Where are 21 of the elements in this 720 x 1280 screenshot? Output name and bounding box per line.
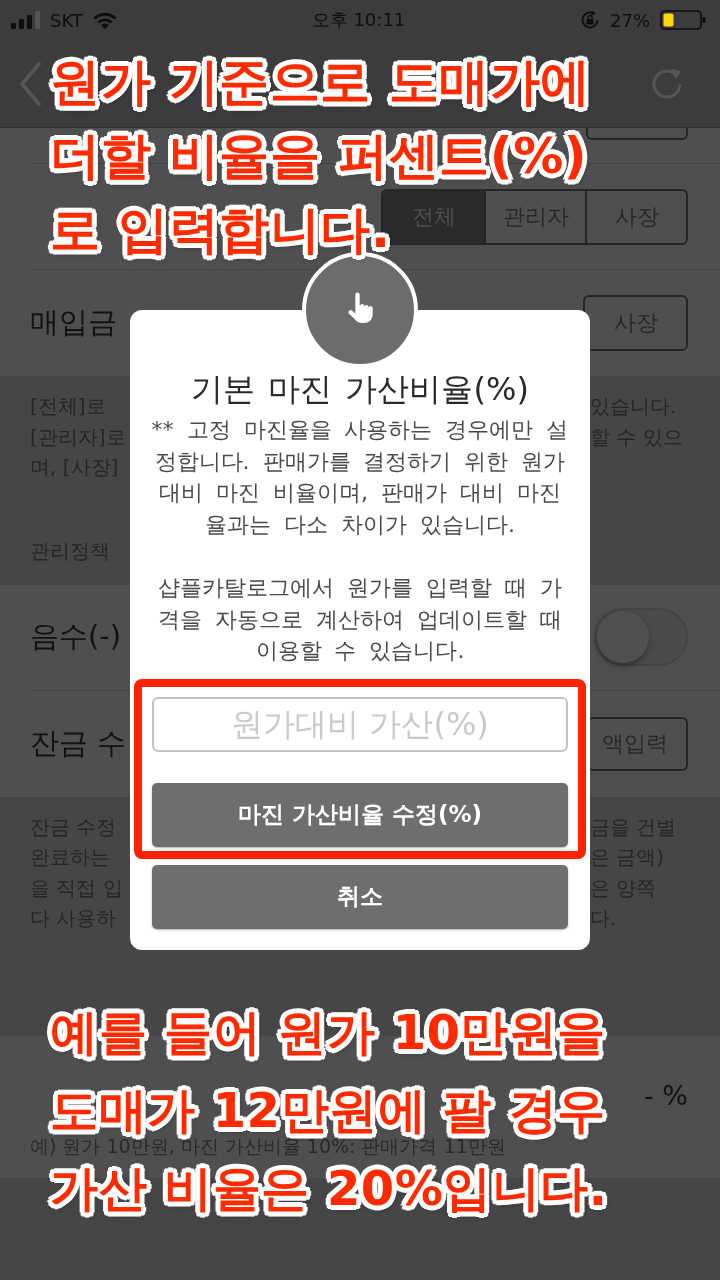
dialog-message: 샵플카탈로그에서 원가를 입력할 때 가격을 자동으로 계산하여 업데이트할 때 이용할 수 있습니다.: [157, 573, 563, 666]
signal-bars-icon: [11, 11, 41, 29]
setting-value: - %: [644, 1080, 688, 1111]
input-field[interactable]: [586, 128, 688, 140]
annotation-line: 더할 비율을 퍼센트(%): [50, 128, 588, 184]
annotation-line: 가산 비율은 20%입니다.: [50, 1161, 608, 1215]
rotation-lock-icon: [580, 10, 600, 30]
toggle-switch[interactable]: [594, 608, 688, 666]
back-chevron-icon[interactable]: [18, 61, 42, 106]
dialog-button[interactable]: 마진 가산비율 수정(%): [152, 782, 568, 847]
annotation-line: 예를 들어 원가 10만원을: [50, 1005, 606, 1059]
battery-icon: [660, 10, 706, 30]
setting-label: 잔금 수: [30, 724, 127, 762]
dialog-title: 기본 마진 가산비율(%): [190, 370, 530, 408]
annotation-line: 원가 기준으로 도매가에: [50, 54, 591, 110]
setting-label: 매입금: [30, 304, 117, 341]
dialog-message: ** 고정 마진율을 사용하는 경우에만 설정합니다. 판매가를 결정하기 위한 원가 대비 마진 비율이며, 판매가 대비 마진율과는 다소 차이가 있습니다.: [150, 416, 570, 539]
dialog-button[interactable]: 취소: [152, 864, 568, 929]
refresh-icon[interactable]: [650, 66, 684, 101]
setting-label: 음수(-): [30, 618, 122, 655]
wifi-icon: [91, 10, 118, 30]
